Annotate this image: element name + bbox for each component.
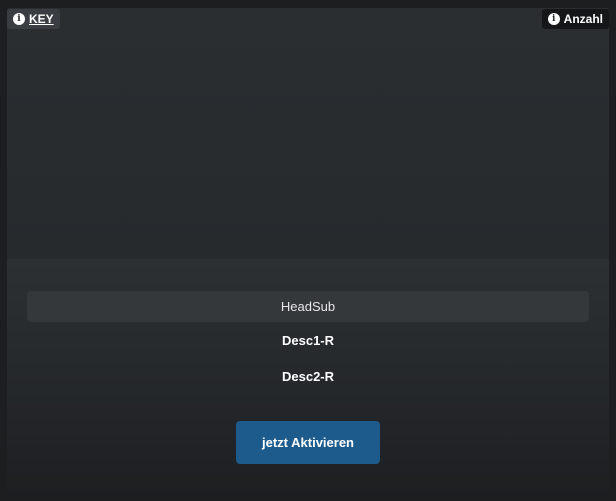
description-2: Desc2-R xyxy=(281,369,335,384)
description-1: Desc1-R xyxy=(281,333,335,348)
info-icon: i xyxy=(13,13,25,25)
activate-button[interactable]: jetzt Aktivieren xyxy=(236,421,380,464)
info-icon: i xyxy=(547,13,560,25)
count-label: Anzahl xyxy=(563,12,603,26)
headsub-label: HeadSub xyxy=(27,291,589,322)
product-content: HeadSub Desc1-R Desc2-R jetzt Aktivieren xyxy=(7,259,609,493)
count-badge: i Anzahl xyxy=(541,9,609,29)
product-image-area xyxy=(7,8,609,259)
key-label: KEY xyxy=(29,12,54,26)
product-card: HeadSub Desc1-R Desc2-R jetzt Aktivieren xyxy=(7,8,609,493)
key-badge[interactable]: i KEY xyxy=(7,9,60,29)
